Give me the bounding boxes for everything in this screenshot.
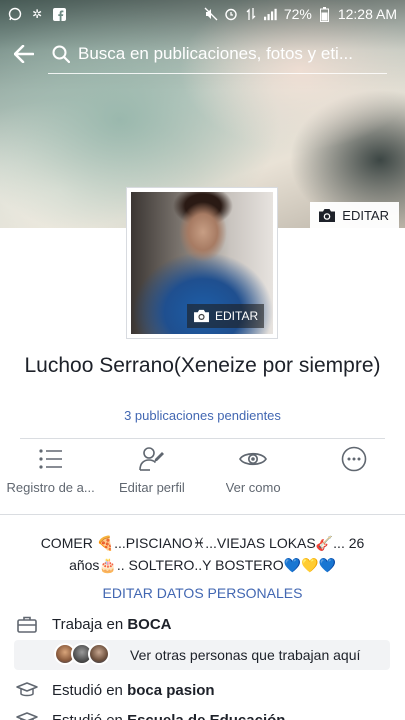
graduation-cap-icon bbox=[16, 682, 38, 698]
camera-icon bbox=[194, 309, 209, 323]
list-icon bbox=[39, 446, 63, 472]
mute-icon bbox=[204, 7, 218, 21]
whatsapp-icon bbox=[8, 7, 22, 21]
bio-line-1: COMER 🍕...PISCIANO♓...VIEJAS LOKAS🎸... 2… bbox=[40, 535, 365, 551]
coworker-avatars bbox=[54, 643, 114, 667]
settings-notification-icon: ✲ bbox=[31, 7, 43, 21]
education-prefix: Estudió en bbox=[52, 681, 123, 699]
top-bar: Busca en publicaciones, fotos y eti... bbox=[0, 32, 405, 76]
edit-profile-label: Editar perfil bbox=[119, 480, 185, 495]
more-options-button[interactable] bbox=[304, 446, 405, 502]
search-icon bbox=[48, 41, 74, 67]
divider bbox=[0, 514, 405, 515]
education-prefix: Estudió en bbox=[52, 711, 123, 720]
battery-percent: 72% bbox=[283, 6, 312, 22]
education-place: Escuela de Educación bbox=[127, 711, 286, 720]
graduation-cap-icon bbox=[16, 712, 38, 720]
activity-log-button[interactable]: Registro de a... bbox=[0, 446, 101, 502]
profile-picture[interactable]: EDITAR bbox=[126, 187, 278, 339]
profile-name: Luchoo Serrano(Xeneize por siempre) bbox=[24, 354, 381, 377]
signal-icon bbox=[263, 7, 278, 21]
clock: 12:28 AM bbox=[337, 6, 397, 22]
search-input[interactable]: Busca en publicaciones, fotos y eti... bbox=[48, 34, 387, 74]
edit-avatar-button[interactable]: EDITAR bbox=[187, 304, 265, 328]
camera-icon bbox=[319, 208, 336, 222]
bio: COMER 🍕...PISCIANO♓...VIEJAS LOKAS🎸... 2… bbox=[22, 532, 383, 576]
activity-log-label: Registro de a... bbox=[6, 480, 95, 495]
edit-cover-label: EDITAR bbox=[342, 207, 389, 223]
view-as-label: Ver como bbox=[225, 480, 281, 495]
avatar: EDITAR bbox=[131, 192, 273, 334]
work-place: BOCA bbox=[127, 615, 172, 633]
briefcase-icon bbox=[16, 616, 38, 633]
work-prefix: Trabaja en bbox=[52, 615, 124, 633]
back-button[interactable] bbox=[0, 32, 48, 76]
work-row[interactable]: Trabaja en BOCA bbox=[16, 613, 396, 635]
education-row[interactable]: Estudió en Escuela de Educación bbox=[16, 709, 396, 720]
pending-posts-link[interactable]: 3 publicaciones pendientes bbox=[0, 408, 405, 423]
view-as-button[interactable]: Ver como bbox=[203, 446, 304, 502]
more-icon bbox=[341, 446, 367, 472]
edit-cover-button[interactable]: EDITAR bbox=[310, 202, 399, 228]
edit-profile-button[interactable]: Editar perfil bbox=[101, 446, 202, 502]
education-row[interactable]: Estudió en boca pasion bbox=[16, 679, 396, 701]
bio-line-2: años🎂.. SOLTERO..Y BOSTERO💙💛💙 bbox=[69, 557, 336, 573]
edit-details-link[interactable]: EDITAR DATOS PERSONALES bbox=[0, 585, 405, 601]
data-transfer-icon bbox=[244, 7, 258, 21]
divider bbox=[20, 438, 385, 439]
status-bar: ✲ 72% 12:28 AM bbox=[0, 0, 405, 28]
avatar bbox=[88, 643, 110, 665]
edit-avatar-label: EDITAR bbox=[215, 309, 259, 323]
back-arrow-icon bbox=[14, 45, 34, 63]
battery-icon bbox=[318, 6, 332, 22]
search-placeholder: Busca en publicaciones, fotos y eti... bbox=[78, 43, 353, 63]
facebook-notification-icon bbox=[52, 7, 66, 21]
eye-icon bbox=[239, 446, 268, 472]
coworkers-label: Ver otras personas que trabajan aquí bbox=[130, 647, 361, 663]
profile-actions: Registro de a... Editar perfil Ver como bbox=[0, 446, 405, 502]
edit-profile-icon bbox=[139, 446, 165, 472]
education-place: boca pasion bbox=[127, 681, 215, 699]
alarm-icon bbox=[224, 7, 238, 21]
